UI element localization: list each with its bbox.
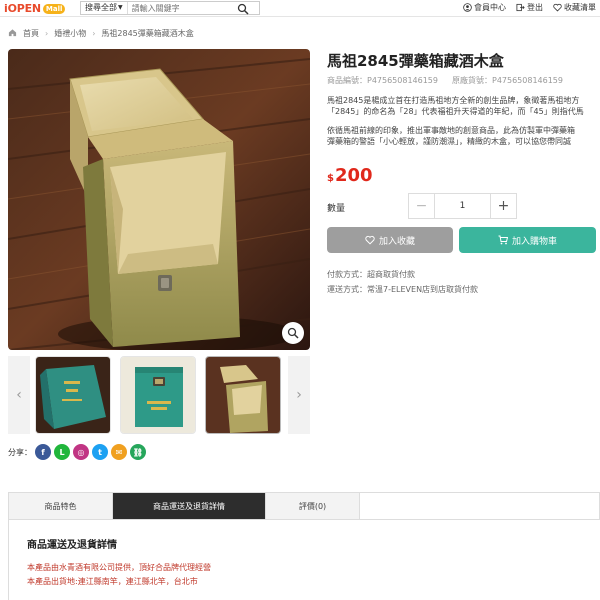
- logo-text: iOPEN: [4, 2, 41, 15]
- carousel-prev-button[interactable]: ‹: [8, 356, 30, 434]
- add-to-favorites-button[interactable]: 加入收藏: [327, 227, 453, 253]
- breadcrumb: 首頁 › 婚禮小物 › 馬祖2845彈藥箱藏酒木盒: [8, 28, 194, 39]
- plus-icon: +: [497, 198, 510, 214]
- zoom-icon: [287, 327, 299, 339]
- product-main-image[interactable]: [8, 49, 310, 350]
- search-scope-label: 搜尋全部: [85, 3, 117, 12]
- breadcrumb-current: 馬祖2845彈藥箱藏酒木盒: [101, 29, 194, 38]
- logout-link[interactable]: 登出: [516, 2, 543, 13]
- wishlist-link[interactable]: 收藏清單: [553, 2, 596, 13]
- add-to-cart-label: 加入購物車: [511, 236, 557, 247]
- add-to-cart-button[interactable]: 加入購物車: [459, 227, 596, 253]
- chevron-down-icon: ▼: [118, 4, 123, 11]
- cart-icon: [498, 235, 508, 245]
- thumbnail-1[interactable]: [35, 356, 111, 434]
- thumbnail-2[interactable]: [120, 356, 196, 434]
- facebook-icon[interactable]: f: [35, 444, 51, 460]
- add-to-favorites-label: 加入收藏: [378, 236, 415, 247]
- wooden-box-photo: [8, 49, 310, 350]
- search-scope-select[interactable]: 搜尋全部 ▼: [81, 2, 128, 14]
- payment-method: 付款方式：超商取貨付款: [327, 270, 415, 279]
- breadcrumb-separator: ›: [92, 29, 96, 38]
- product-tabs: 商品特色 商品運送及退貨詳情 評價(0): [8, 492, 600, 520]
- teal-box-thumbnail: [36, 357, 110, 433]
- zoom-button[interactable]: [282, 322, 304, 344]
- quantity-value[interactable]: 1: [435, 201, 490, 211]
- description-line: 彈藥箱的警語「小心輕放，謹防潮濕」，精緻的木盒，可以協您帶同誠: [327, 137, 571, 146]
- price-amount: 200: [334, 165, 373, 186]
- thumbnail-3[interactable]: [205, 356, 281, 434]
- tab-content: 商品運送及退貨詳情 本產品由水青酒有限公司提供，頂好合品牌代理經營 本產品出貨地…: [8, 520, 600, 600]
- user-icon: [463, 3, 472, 12]
- content-line-1: 本產品由水青酒有限公司提供，頂好合品牌代理經營: [27, 563, 211, 572]
- product-code: 商品編號：P4756508146159: [327, 76, 438, 85]
- description-line: 依循馬祖前線的印象，推出軍事敵地的創意商品，此為仿製軍中彈藥箱: [327, 126, 575, 135]
- teal-box-front-thumbnail: [121, 357, 195, 433]
- twitter-icon[interactable]: t: [92, 444, 108, 460]
- heart-icon: [553, 3, 562, 12]
- logo-badge: Mall: [42, 3, 66, 14]
- logout-icon: [516, 3, 525, 12]
- link-icon[interactable]: ⛓: [130, 444, 146, 460]
- chevron-left-icon: ‹: [16, 387, 22, 403]
- top-bar: iOPEN Mall 搜尋全部▼ 會員中心 登出 收藏清單: [0, 0, 600, 17]
- thumbnail-carousel: ‹ ›: [8, 356, 310, 434]
- breadcrumb-category[interactable]: 婚禮小物: [54, 28, 86, 39]
- product-title: 馬祖2845彈藥箱藏酒木盒: [327, 52, 504, 70]
- seller-code: 原廠貨號：P4756508146159: [452, 76, 563, 85]
- payment-shipping-info: 付款方式：超商取貨付款 運送方式：常溫7-ELEVEN店到店取貨付款: [327, 267, 478, 297]
- shipping-method: 運送方式：常溫7-ELEVEN店到店取貨付款: [327, 285, 479, 294]
- share-bar: 分享： f L ◎ t ✉ ⛓: [8, 444, 146, 460]
- quantity-label: 數量: [327, 204, 346, 214]
- description-line: 「2845」的命名為「28」代表福祖升天得道的年紀，而「45」則指代馬: [327, 107, 584, 116]
- chevron-right-icon: ›: [296, 387, 302, 403]
- line-icon[interactable]: L: [54, 444, 70, 460]
- product-description: 馬祖2845是楊成立首在打造馬祖地方全新的創生品牌，象徵著馬祖地方 「2845」…: [327, 95, 600, 147]
- open-box-thumbnail: [206, 357, 280, 433]
- tab-features[interactable]: 商品特色: [9, 493, 113, 519]
- breadcrumb-separator: ›: [45, 29, 49, 38]
- description-paragraph-2: 依循馬祖前線的印象，推出軍事敵地的創意商品，此為仿製軍中彈藥箱 彈藥箱的警語「小…: [327, 125, 600, 147]
- heart-icon: [365, 235, 375, 245]
- top-links: 會員中心 登出 收藏清單: [463, 2, 596, 13]
- share-label: 分享：: [8, 447, 32, 457]
- minus-icon: −: [415, 198, 428, 214]
- tab-bar-filler: [360, 493, 599, 519]
- instagram-icon[interactable]: ◎: [73, 444, 89, 460]
- product-codes: 商品編號：P4756508146159 原廠貨號：P4756508146159: [327, 75, 563, 86]
- description-paragraph-1: 馬祖2845是楊成立首在打造馬祖地方全新的創生品牌，象徵著馬祖地方 「2845」…: [327, 95, 600, 117]
- logout-label: 登出: [527, 3, 543, 12]
- content-title: 商品運送及退貨詳情: [27, 540, 117, 551]
- wishlist-label: 收藏清單: [564, 3, 596, 12]
- search-icon[interactable]: [237, 3, 249, 15]
- home-icon[interactable]: [8, 28, 17, 39]
- carousel-next-button[interactable]: ›: [288, 356, 310, 434]
- description-line: 馬祖2845是楊成立首在打造馬祖地方全新的創生品牌，象徵著馬祖地方: [327, 96, 580, 105]
- search-input[interactable]: [127, 2, 218, 14]
- member-center-label: 會員中心: [474, 3, 506, 12]
- tab-reviews[interactable]: 評價(0): [266, 493, 360, 519]
- price-currency: $: [327, 173, 334, 184]
- quantity-stepper: − 1 +: [408, 193, 517, 219]
- content-line-2: 本產品出貨地:連江縣南竿，連江縣北竿，台北市: [27, 577, 198, 586]
- tab-shipping-returns[interactable]: 商品運送及退貨詳情: [113, 493, 266, 519]
- search-box: 搜尋全部 ▼: [80, 1, 260, 15]
- logo[interactable]: iOPEN Mall: [4, 1, 66, 16]
- email-icon[interactable]: ✉: [111, 444, 127, 460]
- breadcrumb-home[interactable]: 首頁: [23, 28, 39, 39]
- quantity-decrease-button[interactable]: −: [409, 194, 435, 218]
- product-price: $ 200: [327, 165, 373, 186]
- member-center-link[interactable]: 會員中心: [463, 2, 506, 13]
- quantity-increase-button[interactable]: +: [490, 194, 516, 218]
